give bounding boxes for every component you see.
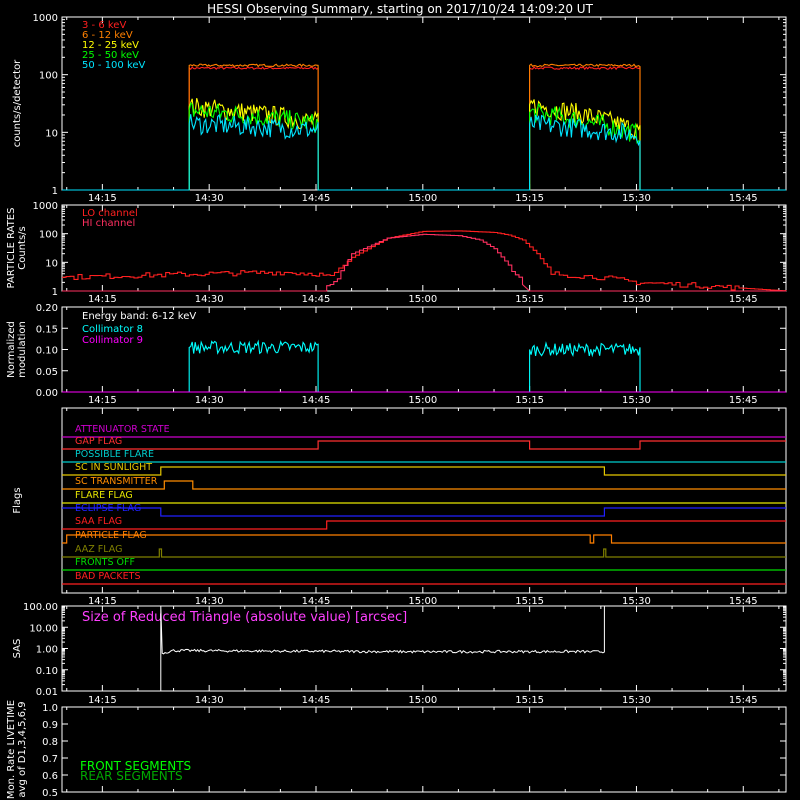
panel-annotation: Energy band: 6-12 keV <box>82 311 196 322</box>
legend-entry: HI channel <box>82 218 135 229</box>
y-tick-label: 100 <box>39 71 58 82</box>
x-tick-label: 14:30 <box>195 695 224 706</box>
x-tick-label: 15:00 <box>408 596 437 607</box>
y-tick-label: 0.9 <box>42 720 58 731</box>
legend-entry: REAR SEGMENTS <box>80 769 183 783</box>
flag-label: BAD PACKETS <box>75 571 141 582</box>
y-tick-label: 0.8 <box>42 737 58 748</box>
flag-label: POSSIBLE FLARE <box>75 449 154 460</box>
y-tick-label: 100 <box>39 230 58 241</box>
x-tick-label: 14:30 <box>195 395 224 406</box>
y-tick-label: 1000 <box>33 13 58 24</box>
y-axis-label-line: Normalized <box>6 321 17 378</box>
panel-annotation: Size of Reduced Triangle (absolute value… <box>82 610 407 625</box>
x-tick-label: 15:45 <box>729 193 758 204</box>
y-tick-label: 10 <box>45 258 58 269</box>
x-tick-label: 15:30 <box>622 193 651 204</box>
x-tick-label: 14:45 <box>302 395 331 406</box>
y-tick-label: 0.6 <box>42 771 58 782</box>
x-tick-label: 14:15 <box>88 596 117 607</box>
x-tick-label: 15:00 <box>408 294 437 305</box>
y-axis-label-line: SAS <box>12 639 23 659</box>
x-tick-label: 15:00 <box>408 193 437 204</box>
background <box>0 0 800 800</box>
y-axis-label: SAS <box>12 639 23 659</box>
flag-label: ATTENUATOR STATE <box>75 424 170 435</box>
y-tick-label: 1000 <box>33 201 58 212</box>
x-tick-label: 15:30 <box>622 695 651 706</box>
legend-entry: Collimator 9 <box>82 335 143 346</box>
flag-label: GAP FLAG <box>75 436 122 447</box>
x-tick-label: 15:45 <box>729 596 758 607</box>
x-tick-label: 14:45 <box>302 294 331 305</box>
flag-label: SAA FLAG <box>75 516 122 527</box>
x-tick-label: 14:30 <box>195 596 224 607</box>
y-tick-label: 0.10 <box>36 346 58 357</box>
x-tick-label: 14:45 <box>302 193 331 204</box>
y-tick-label: 0.15 <box>36 324 58 335</box>
y-tick-label: 10.00 <box>29 623 58 634</box>
y-tick-label: 0.10 <box>36 666 58 677</box>
flag-label: AAZ FLAG <box>75 544 122 555</box>
y-axis-label-line: Flags <box>12 487 23 513</box>
x-tick-label: 15:30 <box>622 395 651 406</box>
legend-entry: 50 - 100 keV <box>82 60 146 71</box>
x-tick-label: 15:15 <box>515 294 544 305</box>
x-tick-label: 14:15 <box>88 294 117 305</box>
y-tick-label: 0.00 <box>36 388 58 399</box>
x-tick-label: 15:00 <box>408 395 437 406</box>
x-tick-label: 15:45 <box>729 395 758 406</box>
x-tick-label: 14:30 <box>195 193 224 204</box>
y-axis-label-line: Counts/s <box>17 226 28 270</box>
y-axis-label: Flags <box>12 487 23 513</box>
y-tick-label: 0.05 <box>36 367 58 378</box>
x-tick-label: 15:15 <box>515 596 544 607</box>
y-tick-label: 0.20 <box>36 303 58 314</box>
y-axis-label-line: Mon. Rate LIVETIME <box>6 700 17 799</box>
figure-title: HESSI Observing Summary, starting on 201… <box>207 2 593 16</box>
x-tick-label: 15:15 <box>515 695 544 706</box>
x-tick-label: 15:30 <box>622 294 651 305</box>
x-tick-label: 15:00 <box>408 695 437 706</box>
x-tick-label: 14:45 <box>302 596 331 607</box>
flag-label: SC TRANSMITTER <box>75 476 158 487</box>
y-tick-label: 1.0 <box>42 703 58 714</box>
y-axis-label: Mon. Rate LIVETIMEavg of D1,3,4,5,6,9 <box>6 700 28 799</box>
y-axis-label: Normalizedmodulation <box>6 321 28 378</box>
y-axis-label-line: counts/s/detector <box>12 59 23 147</box>
x-tick-label: 14:15 <box>88 695 117 706</box>
x-tick-label: 14:15 <box>88 193 117 204</box>
x-tick-label: 14:30 <box>195 294 224 305</box>
y-tick-label: 1 <box>52 287 58 298</box>
y-tick-label: 0.01 <box>36 687 58 698</box>
hessi-summary-figure: HESSI Observing Summary, starting on 201… <box>0 0 800 800</box>
flag-label: FLARE FLAG <box>75 490 133 501</box>
y-axis-label-line: modulation <box>17 321 28 378</box>
x-tick-label: 14:15 <box>88 395 117 406</box>
y-tick-label: 0.5 <box>42 788 58 799</box>
x-tick-label: 15:15 <box>515 395 544 406</box>
flag-label: SC IN SUNLIGHT <box>75 462 152 473</box>
x-tick-label: 15:45 <box>729 695 758 706</box>
x-tick-label: 15:30 <box>622 596 651 607</box>
y-axis-label: counts/s/detector <box>12 59 23 147</box>
legend-entry: Collimator 8 <box>82 324 143 335</box>
y-tick-label: 1 <box>52 186 58 197</box>
y-tick-label: 1.00 <box>36 645 58 656</box>
y-tick-label: 10 <box>45 128 58 139</box>
x-tick-label: 15:15 <box>515 193 544 204</box>
y-tick-label: 0.7 <box>42 754 58 765</box>
x-tick-label: 14:45 <box>302 695 331 706</box>
flag-label: FRONTS OFF <box>75 557 135 568</box>
x-tick-label: 15:45 <box>729 294 758 305</box>
y-axis-label-line: PARTICLE RATES <box>6 208 17 289</box>
y-axis-label-line: avg of D1,3,4,5,6,9 <box>17 701 28 797</box>
y-tick-label: 100.00 <box>23 602 58 613</box>
